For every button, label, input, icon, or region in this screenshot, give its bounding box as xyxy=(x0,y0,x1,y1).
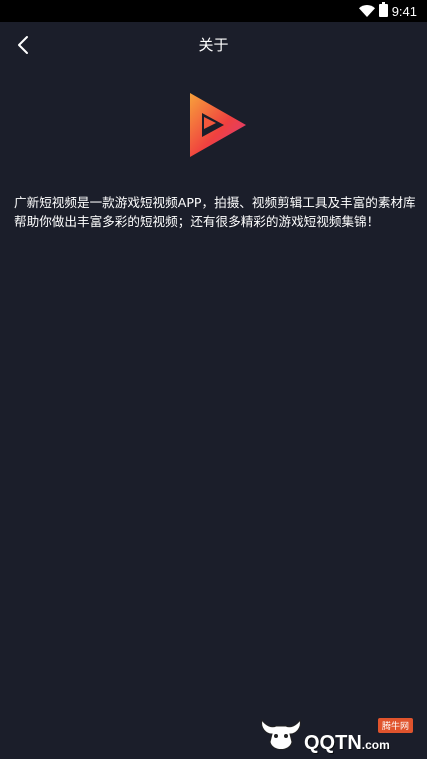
bull-logo-icon xyxy=(261,718,301,750)
wifi-icon xyxy=(358,2,375,21)
watermark-brand-text: QQTN xyxy=(304,732,362,754)
app-bar: 关于 xyxy=(0,22,427,68)
play-triangle-logo xyxy=(190,93,246,157)
status-right-group: 9:41 xyxy=(358,1,417,21)
status-bar: 9:41 xyxy=(0,0,427,22)
about-description: 广新短视频是一款游戏短视频APP，拍摄、视频剪辑工具及丰富的素材库帮助你做出丰富… xyxy=(14,195,416,229)
watermark-domain: .com xyxy=(361,738,390,752)
page-title: 关于 xyxy=(198,36,229,54)
status-time: 9:41 xyxy=(391,3,417,19)
watermark-badge: 腾牛网 xyxy=(378,718,414,733)
watermark: 腾牛网 QQTN.com xyxy=(258,712,423,758)
app-logo xyxy=(186,91,248,159)
battery-icon xyxy=(378,1,388,21)
watermark-brand: QQTN.com xyxy=(304,732,390,755)
